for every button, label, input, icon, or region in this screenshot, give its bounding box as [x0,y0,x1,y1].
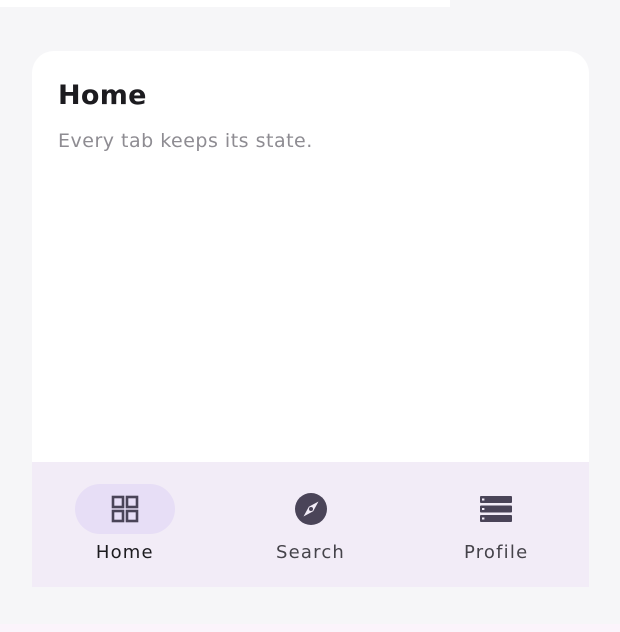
nav-icon-container [261,484,361,534]
list-icon [479,494,513,524]
top-edge-strip [0,0,450,7]
nav-icon-container [446,484,546,534]
page-title: Home [58,80,147,111]
nav-item-profile[interactable]: Profile [403,462,589,587]
bottom-navigation-bar: Home Search Profile [32,462,589,587]
grid-icon [110,494,140,524]
bottom-edge-strip [0,624,620,632]
home-card: Home Every tab keeps its state. Home Sea… [32,51,589,587]
nav-label-search: Search [275,542,346,563]
nav-item-search[interactable]: Search [218,462,404,587]
card-content: Home Every tab keeps its state. [58,79,313,153]
active-indicator-pill [74,484,175,534]
nav-item-home[interactable]: Home [32,462,218,587]
nav-label-home: Home [95,542,154,563]
compass-icon [294,492,328,526]
page-subtitle: Every tab keeps its state. [58,130,313,152]
nav-label-profile: Profile [463,542,529,563]
